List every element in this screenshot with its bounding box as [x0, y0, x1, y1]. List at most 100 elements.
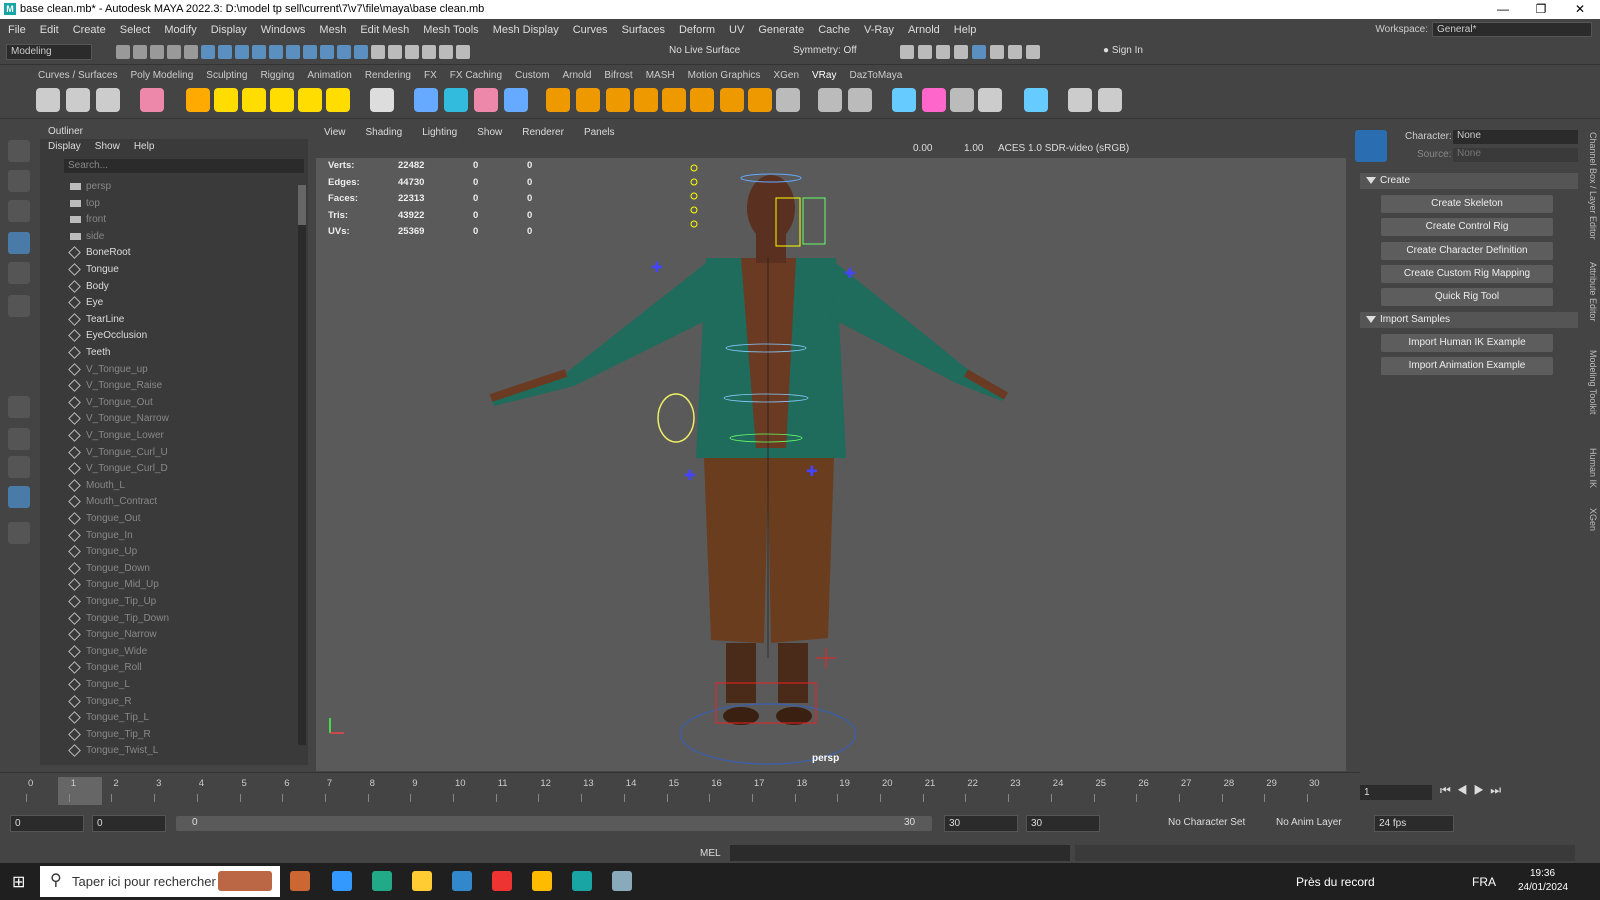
close-button[interactable]: ✕	[1562, 0, 1598, 19]
shelf-tool-icon[interactable]	[720, 88, 744, 112]
outliner-item[interactable]: V_Tongue_Narrow	[40, 411, 290, 427]
shelf-tab-animation[interactable]: Animation	[307, 70, 351, 81]
toolbox-tool-icon[interactable]	[8, 232, 30, 254]
render-tool-icon[interactable]	[936, 45, 950, 59]
current-frame-marker[interactable]	[58, 777, 102, 805]
side-tab[interactable]: XGen	[1584, 508, 1598, 531]
exposure-field[interactable]: 0.00	[913, 143, 932, 154]
outliner-item[interactable]: V_Tongue_up	[40, 362, 290, 378]
edge-icon[interactable]	[332, 871, 352, 891]
menu-set-dropdown[interactable]: Modeling	[6, 44, 92, 60]
outliner-item[interactable]: V_Tongue_Out	[40, 395, 290, 411]
outliner-item[interactable]: Tongue_Wide	[40, 644, 290, 660]
viewport-menu-lighting[interactable]: Lighting	[422, 125, 457, 141]
minimize-button[interactable]: —	[1485, 0, 1521, 19]
side-tab[interactable]: Channel Box / Layer Editor	[1584, 132, 1598, 240]
task-view-icon[interactable]	[290, 871, 310, 891]
outliner-item[interactable]: TearLine	[40, 312, 290, 328]
outliner-item[interactable]: Tongue_Out	[40, 511, 290, 527]
import-section-header[interactable]: Import Samples	[1360, 312, 1578, 328]
hik-import-animation-example-button[interactable]: Import Animation Example	[1381, 357, 1553, 376]
outliner-item[interactable]: BoneRoot	[40, 245, 290, 261]
tray-time[interactable]: 19:36	[1530, 868, 1555, 879]
anim-end-field[interactable]: 30	[1026, 815, 1100, 832]
status-tool-icon[interactable]	[252, 45, 266, 59]
shelf-tab-arnold[interactable]: Arnold	[562, 70, 591, 81]
workspace-dropdown[interactable]: General*	[1432, 22, 1592, 37]
source-dropdown[interactable]: None	[1453, 148, 1578, 162]
shelf-tool-icon[interactable]	[140, 88, 164, 112]
fps-dropdown[interactable]: 24 fps	[1374, 815, 1454, 832]
tool-app-icon[interactable]	[612, 871, 632, 891]
outliner-scrollbar[interactable]	[298, 185, 306, 745]
menu-mesh[interactable]: Mesh	[319, 24, 346, 36]
menu-cache[interactable]: Cache	[818, 24, 850, 36]
status-tool-icon[interactable]	[286, 45, 300, 59]
menu-deform[interactable]: Deform	[679, 24, 715, 36]
shelf-tool-icon[interactable]	[748, 88, 772, 112]
outliner-item[interactable]: Tongue_Roll	[40, 660, 290, 676]
tray-language[interactable]: FRA	[1472, 875, 1496, 889]
viewport-menu-panels[interactable]: Panels	[584, 125, 615, 141]
status-tool-icon[interactable]	[456, 45, 470, 59]
shelf-tab-sculpting[interactable]: Sculpting	[206, 70, 247, 81]
range-slider[interactable]: 0 30	[176, 816, 932, 831]
status-tool-icon[interactable]	[269, 45, 283, 59]
outliner-item[interactable]: Tongue_Narrow	[40, 627, 290, 643]
shelf-tab-curves-surfaces[interactable]: Curves / Surfaces	[38, 70, 117, 81]
shelf-tool-icon[interactable]	[950, 88, 974, 112]
shelf-tool-icon[interactable]	[214, 88, 238, 112]
menu-modify[interactable]: Modify	[164, 24, 196, 36]
render-tool-icon[interactable]	[954, 45, 968, 59]
shelf-tool-icon[interactable]	[370, 88, 394, 112]
opera-icon[interactable]	[492, 871, 512, 891]
shelf-tab-fx[interactable]: FX	[424, 70, 437, 81]
outliner-search-input[interactable]: Search...	[64, 159, 304, 173]
character-model[interactable]: ✚ ✚ ✚ ✚	[316, 158, 1346, 771]
viewport-menu-shading[interactable]: Shading	[366, 125, 403, 141]
shelf-tool-icon[interactable]	[242, 88, 266, 112]
outliner-item[interactable]: V_Tongue_Lower	[40, 428, 290, 444]
status-tool-icon[interactable]	[218, 45, 232, 59]
shelf-tool-icon[interactable]	[1068, 88, 1092, 112]
outliner-item[interactable]: persp	[40, 179, 290, 195]
chrome-icon[interactable]	[532, 871, 552, 891]
tray-date[interactable]: 24/01/2024	[1518, 882, 1568, 893]
outliner-item[interactable]: Tongue_Down	[40, 561, 290, 577]
side-tab[interactable]: Attribute Editor	[1584, 262, 1598, 322]
side-tab[interactable]: Human IK	[1584, 448, 1598, 488]
end-time-field[interactable]: 30	[944, 815, 1018, 832]
outliner-scroll-thumb[interactable]	[298, 185, 306, 225]
toolbox-tool-icon[interactable]	[8, 428, 30, 450]
menu-generate[interactable]: Generate	[758, 24, 804, 36]
shelf-tab-bifrost[interactable]: Bifrost	[604, 70, 632, 81]
outliner-item[interactable]: Tongue_L	[40, 677, 290, 693]
viewport-menu-renderer[interactable]: Renderer	[522, 125, 564, 141]
shelf-tool-icon[interactable]	[776, 88, 800, 112]
shelf-tab-rigging[interactable]: Rigging	[260, 70, 294, 81]
outliner-item[interactable]: Tongue_Up	[40, 544, 290, 560]
shelf-tool-icon[interactable]	[690, 88, 714, 112]
shelf-tool-icon[interactable]	[474, 88, 498, 112]
shelf-tool-icon[interactable]	[892, 88, 916, 112]
maya-taskbar-icon[interactable]	[572, 871, 592, 891]
anim-layer-dropdown[interactable]: No Anim Layer	[1276, 817, 1342, 828]
toolbox-tool-icon[interactable]	[8, 140, 30, 162]
menu-display[interactable]: Display	[211, 24, 247, 36]
menu-mesh-tools[interactable]: Mesh Tools	[423, 24, 478, 36]
outliner-menu-help[interactable]: Help	[134, 141, 155, 152]
shelf-tab-custom[interactable]: Custom	[515, 70, 549, 81]
outliner-item[interactable]: Tongue	[40, 262, 290, 278]
outliner-item[interactable]: Tongue_Twist_L	[40, 743, 290, 759]
outliner-item[interactable]: side	[40, 229, 290, 245]
shelf-tool-icon[interactable]	[186, 88, 210, 112]
store-icon[interactable]	[412, 871, 432, 891]
shelf-tab-fx-caching[interactable]: FX Caching	[450, 70, 502, 81]
shelf-tool-icon[interactable]	[1024, 88, 1048, 112]
live-surface-field[interactable]: No Live Surface	[669, 45, 740, 56]
shelf-tab-xgen[interactable]: XGen	[773, 70, 799, 81]
status-tool-icon[interactable]	[371, 45, 385, 59]
outliner-item[interactable]: Tongue_Tip_Down	[40, 611, 290, 627]
outliner-item[interactable]: top	[40, 196, 290, 212]
menu-uv[interactable]: UV	[729, 24, 744, 36]
